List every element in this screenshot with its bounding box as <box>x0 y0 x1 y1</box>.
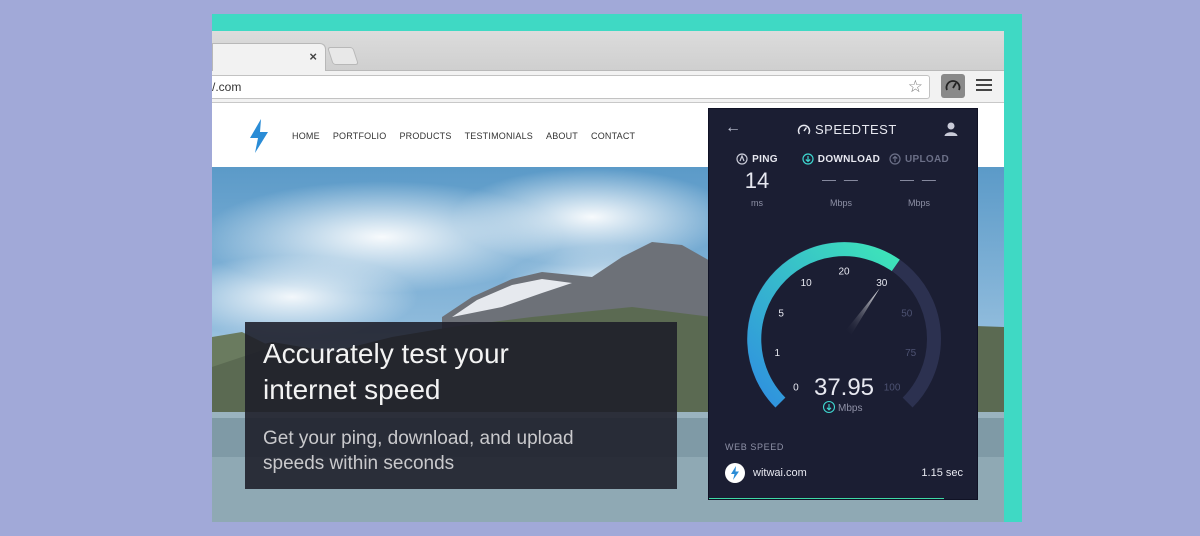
nav-about[interactable]: ABOUT <box>546 131 578 141</box>
speedtest-logo-icon <box>797 124 811 134</box>
web-speed-progress-bar <box>709 498 944 499</box>
back-arrow-icon[interactable]: ← <box>725 119 741 137</box>
browser-toolbar: /.com ☆ <box>212 71 1004 103</box>
download-icon <box>802 153 814 165</box>
upload-label: UPLOAD <box>904 153 950 165</box>
download-value: — — <box>822 171 860 187</box>
speedtest-extension-button[interactable] <box>941 74 965 98</box>
gauge-reading: 37.95 <box>814 374 874 401</box>
tab-strip: × <box>212 31 1004 71</box>
browser-tab[interactable]: × <box>212 43 326 71</box>
user-account-icon[interactable] <box>943 121 959 137</box>
speedometer-icon <box>945 80 961 91</box>
gauge-tick-1: 1 <box>775 348 781 359</box>
nav-home[interactable]: HOME <box>292 131 320 141</box>
gauge-tick-100: 100 <box>884 383 901 394</box>
gauge-unit-row: Mbps <box>822 400 862 414</box>
nav-contact[interactable]: CONTACT <box>591 131 635 141</box>
gauge-tick-5: 5 <box>778 309 784 320</box>
nav-portfolio[interactable]: PORTFOLIO <box>333 131 387 141</box>
lightning-icon <box>731 466 739 480</box>
speedtest-brand-label: SPEEDTEST <box>815 122 897 137</box>
tab-close-icon[interactable]: × <box>309 49 317 65</box>
web-speed-row: witwai.com 1.15 sec <box>725 463 963 485</box>
hero-subtitle: Get your ping, download, and upload spee… <box>263 428 574 474</box>
gauge-reading-unit: Mbps <box>838 403 862 414</box>
web-speed-label: WEB SPEED <box>725 442 784 452</box>
upload-icon <box>889 153 901 165</box>
download-label: DOWNLOAD <box>817 153 881 165</box>
nav-products[interactable]: PRODUCTS <box>399 131 451 141</box>
upload-metric: UPLOAD — — Mbps <box>874 153 964 208</box>
gauge-tick-30: 30 <box>876 278 888 289</box>
speed-gauge: 0 1 5 10 20 30 50 75 100 37.95 Mbps <box>747 241 941 414</box>
lightning-logo-icon[interactable] <box>248 119 270 153</box>
ping-value: 14 <box>744 168 770 193</box>
download-unit: Mbps <box>829 198 852 208</box>
gauge-tick-0: 0 <box>793 383 799 394</box>
upload-value: — — <box>900 171 938 187</box>
address-bar[interactable]: /.com ☆ <box>212 75 930 99</box>
speedtest-brand: SPEEDTEST <box>797 122 897 137</box>
site-nav-links: HOME PORTFOLIO PRODUCTS TESTIMONIALS ABO… <box>292 131 635 141</box>
ping-unit: ms <box>751 198 763 208</box>
url-text: /.com <box>212 80 242 94</box>
ping-label: PING <box>752 153 778 165</box>
gauge-tick-75: 75 <box>905 348 917 359</box>
ping-metric: PING 14 ms <box>712 153 802 208</box>
hero-text-card: Accurately test your internet speed Get … <box>245 322 677 489</box>
speedtest-popup: ← SPEEDTEST PING 14 ms DOWNLOAD — — Mbps… <box>708 108 978 500</box>
download-metric: DOWNLOAD — — Mbps <box>796 153 886 208</box>
web-speed-site-icon <box>725 463 745 483</box>
gauge-needle <box>845 288 880 335</box>
upload-unit: Mbps <box>907 198 930 208</box>
hero-title: Accurately test your internet speed <box>263 338 509 405</box>
ping-icon <box>736 153 748 165</box>
web-speed-host: witwai.com <box>753 467 807 479</box>
gauge-tick-20: 20 <box>838 267 850 278</box>
browser-menu-button[interactable] <box>975 77 993 95</box>
gauge-tick-50: 50 <box>901 309 913 320</box>
gauge-tick-10: 10 <box>801 278 813 289</box>
web-speed-time: 1.15 sec <box>921 467 963 479</box>
bookmark-star-icon[interactable]: ☆ <box>908 78 923 96</box>
nav-testimonials[interactable]: TESTIMONIALS <box>465 131 533 141</box>
new-tab-button[interactable] <box>327 47 359 65</box>
